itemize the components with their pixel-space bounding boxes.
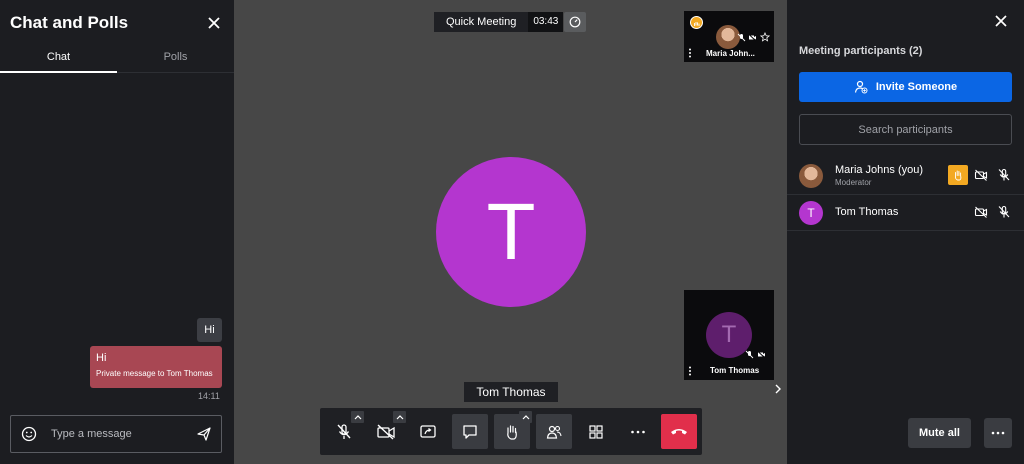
send-button[interactable] [196,426,212,442]
chevron-up-icon [522,415,529,420]
chat-panel: Chat and Polls Chat Polls Hi Hi Private … [0,0,234,464]
tab-polls[interactable]: Polls [117,45,234,73]
chevron-up-icon [396,415,403,420]
private-message-note: Private message to Tom Thomas [96,369,213,378]
chevron-right-icon[interactable] [774,384,782,394]
tab-chat[interactable]: Chat [0,45,117,73]
close-icon [208,17,220,29]
connection-stats-button[interactable] [564,12,586,32]
message-text: Hi [96,352,107,364]
hand-icon [954,170,962,181]
search-participants-input[interactable] [800,115,1011,144]
gauge-icon [569,16,581,28]
share-screen-button[interactable] [410,414,446,449]
chat-icon [463,424,477,439]
avatar: T [799,201,823,225]
send-icon [197,427,211,441]
camera-off-icon [757,350,766,359]
participant-row[interactable]: T Tom Thomas [787,196,1024,231]
message-input[interactable] [51,425,191,443]
screen-share-icon [420,424,436,438]
hand-icon [507,424,517,440]
speaker-name-label: Tom Thomas [464,382,558,402]
app: Chat and Polls Chat Polls Hi Hi Private … [0,0,1024,464]
hand-icon [694,22,700,26]
close-chat-button[interactable] [205,14,223,32]
hangup-button[interactable] [661,414,697,449]
thumbnail-menu-icon[interactable] [688,48,692,58]
meeting-timer: 03:43 [528,12,564,32]
message-timestamp: 14:11 [198,391,220,401]
moderator-badge [690,16,703,29]
more-icon [991,431,1005,435]
chat-message: Hi [197,318,222,342]
invite-someone-button[interactable]: Invite Someone [799,72,1012,102]
chat-panel-title: Chat and Polls [10,13,129,32]
mic-off-icon [998,168,1010,181]
participant-role: Moderator [835,178,872,187]
invite-label: Invite Someone [875,81,958,93]
participant-thumbnail-maria[interactable]: Maria John... [684,11,774,62]
thumbnail-name: Maria John... [706,49,755,58]
camera-off-icon [974,169,988,181]
add-user-icon [854,80,868,94]
star-icon [760,32,770,42]
mic-off-icon [998,205,1010,218]
participant-thumbnail-tom[interactable]: T Tom Thomas [684,290,774,380]
emoji-button[interactable] [21,426,37,442]
chevron-up-icon [354,415,361,420]
message-composer [10,415,222,453]
camera-off-icon [748,33,757,42]
tile-view-button[interactable] [578,414,614,449]
mute-all-button[interactable]: Mute all [908,418,971,448]
participants-panel: Meeting participants (2) Invite Someone … [787,0,1024,464]
more-icon [631,430,645,433]
meeting-name: Quick Meeting [434,12,529,32]
smiley-icon [21,426,37,442]
mic-off-icon [337,423,351,439]
search-participants-box [799,114,1012,145]
private-chat-message: Hi Private message to Tom Thomas [90,346,222,388]
grid-icon [589,424,603,439]
mic-off-icon [737,33,746,42]
main-participant-avatar: T [436,157,586,307]
participants-more-button[interactable] [984,418,1012,448]
meeting-info-bar: Quick Meeting 03:43 [434,12,564,32]
more-actions-button[interactable] [620,414,656,449]
mic-off-icon [745,350,754,359]
open-chat-button[interactable] [452,414,488,449]
camera-off-icon [974,206,988,218]
participants-heading: Meeting participants (2) [799,45,923,57]
participant-row[interactable]: Maria Johns (you) Moderator [787,158,1024,195]
chat-tabs: Chat Polls [0,45,234,73]
phone-hangup-icon [671,428,687,434]
thumbnail-name: Tom Thomas [710,366,760,375]
participants-button[interactable] [536,414,572,449]
thumbnail-menu-icon[interactable] [688,366,692,376]
participant-name: Maria Johns (you) [835,164,924,176]
camera-options-button[interactable] [393,411,406,423]
participants-icon [546,425,562,439]
mic-options-button[interactable] [351,411,364,423]
camera-off-icon [377,423,395,440]
raised-hand-indicator [948,165,968,185]
close-icon [995,15,1007,27]
reactions-options-button[interactable] [519,411,532,423]
video-stage: Quick Meeting 03:43 T Maria John... T To… [234,0,787,464]
close-participants-button[interactable] [993,13,1009,29]
call-toolbar [320,408,702,455]
participant-name: Tom Thomas [835,206,899,218]
avatar [799,164,823,188]
